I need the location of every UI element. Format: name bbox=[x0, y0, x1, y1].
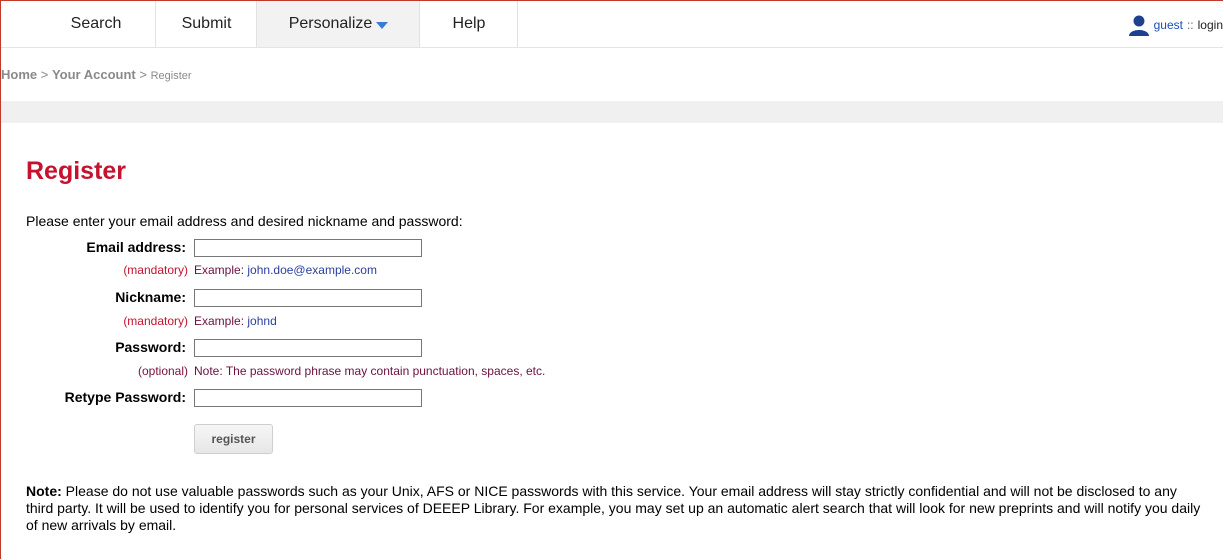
tab-submit[interactable]: Submit bbox=[156, 1, 257, 47]
breadcrumb-current: Register bbox=[150, 70, 192, 82]
email-label: Email address: bbox=[86, 239, 186, 255]
password-note-text: The password phrase may contain punctuat… bbox=[225, 364, 546, 378]
page-frame: Search Submit Personalize Help guest :: … bbox=[0, 0, 1223, 559]
tab-personalize-label: Personalize bbox=[288, 15, 373, 32]
tab-search-label: Search bbox=[70, 15, 122, 32]
password-optional: (optional) bbox=[137, 364, 188, 378]
breadcrumb: Home > Your Account > Register bbox=[1, 67, 192, 82]
page-title: Register bbox=[26, 157, 127, 185]
email-example-value: john.doe@example.com bbox=[247, 263, 377, 277]
user-icon bbox=[1128, 15, 1149, 36]
breadcrumb-separator: > bbox=[139, 67, 147, 82]
guest-link[interactable]: guest bbox=[1154, 18, 1183, 32]
user-menu: guest :: login bbox=[1128, 13, 1223, 37]
nickname-example-label: Example: bbox=[194, 314, 245, 328]
email-mandatory: (mandatory) bbox=[123, 263, 188, 277]
header-band bbox=[1, 101, 1223, 123]
login-link[interactable]: login bbox=[1198, 18, 1223, 32]
register-button[interactable]: register bbox=[194, 424, 273, 454]
note-label: Note: bbox=[26, 483, 62, 499]
nickname-label: Nickname: bbox=[115, 289, 186, 305]
password-hint: Note: The password phrase may contain pu… bbox=[194, 364, 545, 378]
nickname-field[interactable] bbox=[194, 289, 422, 307]
nickname-mandatory: (mandatory) bbox=[123, 314, 188, 328]
password-field[interactable] bbox=[194, 339, 422, 357]
breadcrumb-your-account[interactable]: Your Account bbox=[52, 67, 136, 82]
privacy-note: Note: Please do not use valuable passwor… bbox=[26, 483, 1206, 534]
email-field[interactable] bbox=[194, 239, 422, 257]
chevron-down-icon bbox=[376, 21, 389, 29]
nickname-example-value: johnd bbox=[247, 314, 277, 328]
intro-text: Please enter your email address and desi… bbox=[26, 213, 463, 229]
nickname-hint: Example: johnd bbox=[194, 314, 277, 328]
tab-submit-label: Submit bbox=[181, 15, 232, 32]
breadcrumb-home[interactable]: Home bbox=[1, 67, 37, 82]
password-label: Password: bbox=[115, 339, 186, 355]
tab-divider bbox=[517, 1, 518, 47]
tab-help[interactable]: Help bbox=[420, 1, 518, 47]
retype-password-label: Retype Password: bbox=[64, 389, 186, 405]
tab-help-label: Help bbox=[452, 15, 486, 32]
user-separator: :: bbox=[1186, 18, 1194, 32]
tab-search[interactable]: Search bbox=[36, 1, 156, 47]
email-example-label: Example: bbox=[194, 263, 245, 277]
top-navigation: Search Submit Personalize Help guest :: … bbox=[1, 1, 1223, 48]
breadcrumb-separator: > bbox=[40, 67, 49, 82]
password-note-label: Note: bbox=[194, 364, 223, 378]
email-hint: Example: john.doe@example.com bbox=[194, 263, 377, 277]
retype-password-field[interactable] bbox=[194, 389, 422, 407]
note-text: Please do not use valuable passwords suc… bbox=[26, 483, 1201, 533]
tab-personalize[interactable]: Personalize bbox=[257, 1, 420, 47]
